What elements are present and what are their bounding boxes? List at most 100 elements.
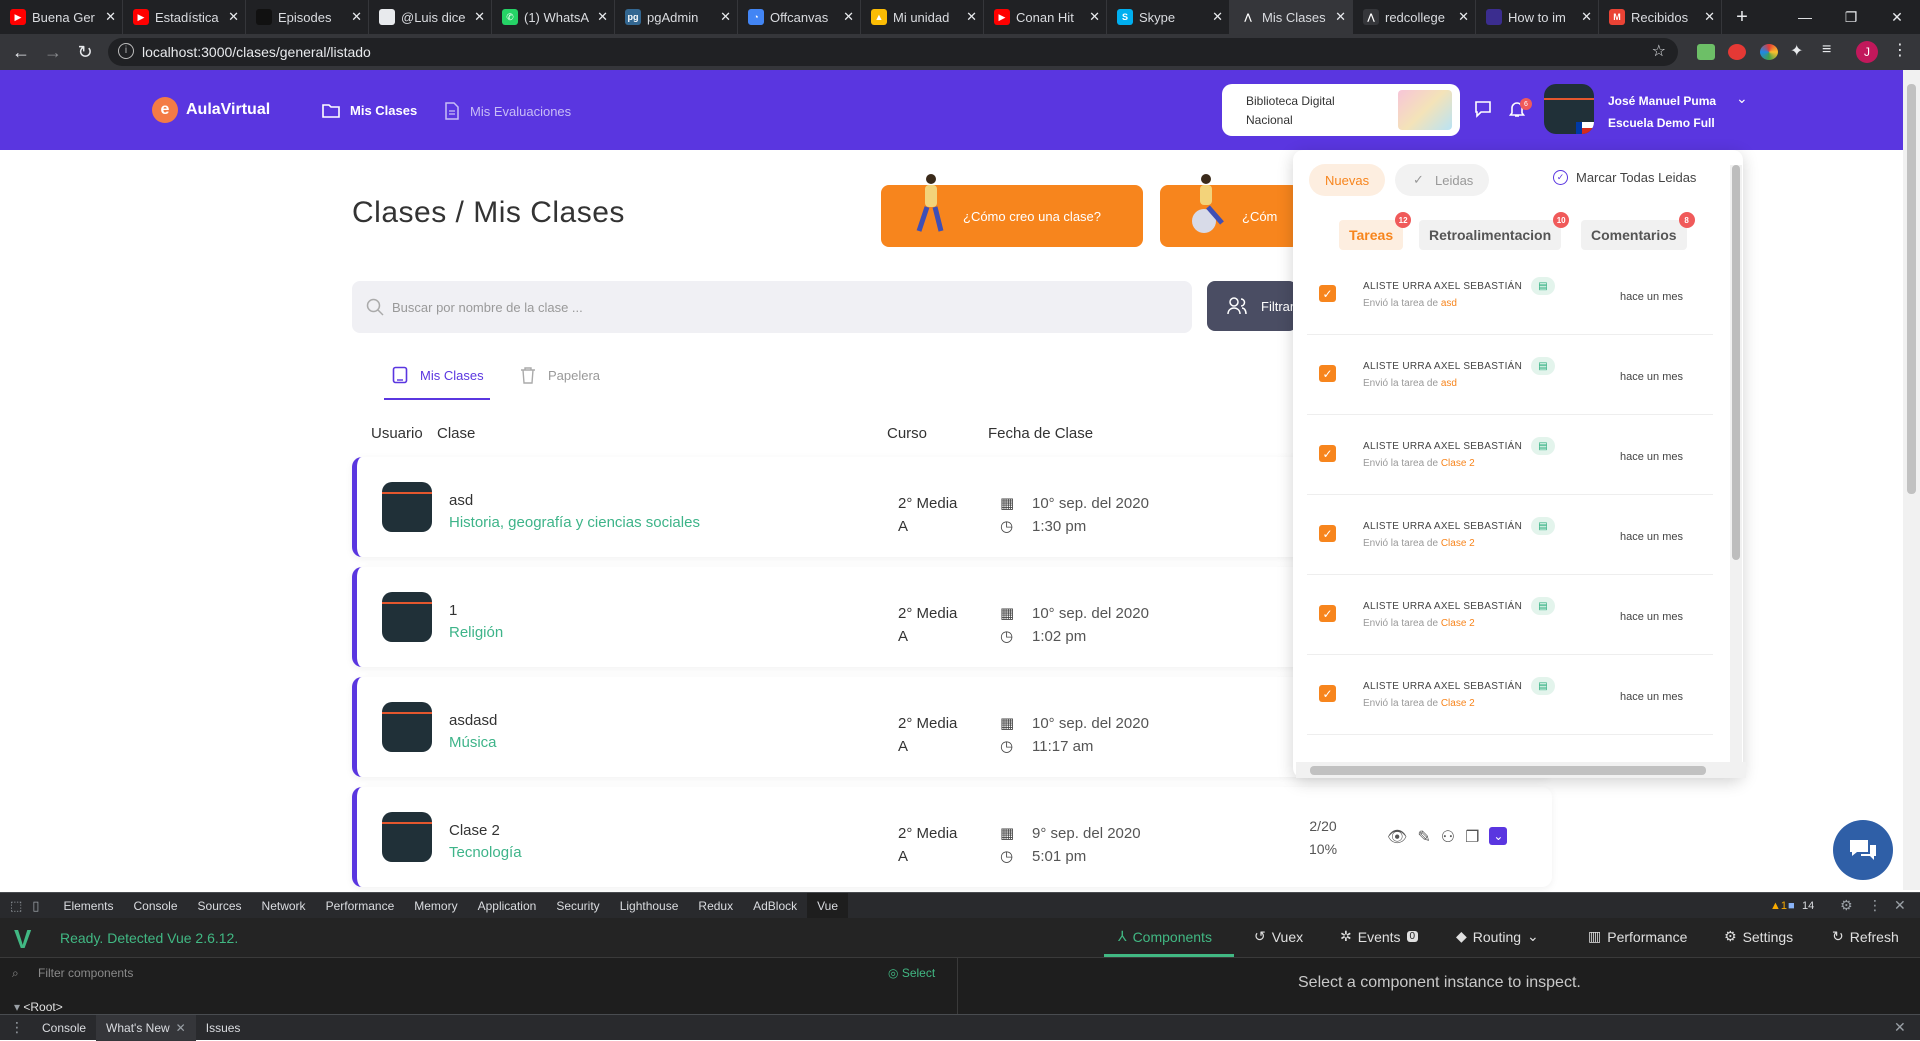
- root-component[interactable]: ▾ <Root>: [14, 1000, 63, 1014]
- extensions-puzzle-icon[interactable]: ✦: [1790, 41, 1803, 61]
- devtools-tab-elements[interactable]: Elements: [53, 893, 123, 919]
- notification-link[interactable]: Clase 2: [1441, 618, 1475, 629]
- browser-tab[interactable]: M Recibidos ✕: [1599, 0, 1722, 34]
- drawer-tab-console[interactable]: Console: [32, 1015, 96, 1041]
- close-icon[interactable]: ✕: [176, 1021, 186, 1035]
- notification-link[interactable]: Clase 2: [1441, 538, 1475, 549]
- more-icon[interactable]: ⋮: [1868, 897, 1882, 914]
- notification-item[interactable]: ✓ ALISTE URRA AXEL SEBASTIÁN ▤ Envió la …: [1307, 255, 1713, 335]
- devtools-tab-console[interactable]: Console: [123, 893, 187, 919]
- close-drawer-icon[interactable]: ✕: [1894, 1019, 1906, 1036]
- restore-icon[interactable]: ❐: [1828, 0, 1874, 34]
- devtools-tab-lighthouse[interactable]: Lighthouse: [610, 893, 689, 919]
- extension-icon[interactable]: [1760, 44, 1778, 60]
- devtools-tab-sources[interactable]: Sources: [188, 893, 252, 919]
- copy-icon[interactable]: ❐: [1465, 827, 1479, 847]
- checkbox[interactable]: ✓: [1319, 285, 1336, 302]
- page-scrollbar[interactable]: [1903, 70, 1920, 890]
- devtools-tab-redux[interactable]: Redux: [688, 893, 743, 919]
- close-tab-icon[interactable]: ✕: [1212, 9, 1223, 25]
- table-row[interactable]: Clase 2 Tecnología 2° Media A ▦ 9° sep. d…: [352, 787, 1552, 887]
- drawer-tab-whats-new[interactable]: What's New ✕: [96, 1014, 196, 1041]
- drawer-tab-issues[interactable]: Issues: [196, 1015, 251, 1041]
- checkbox[interactable]: ✓: [1319, 685, 1336, 702]
- close-tab-icon[interactable]: ✕: [597, 9, 608, 25]
- tab-retroalimentacion[interactable]: Retroalimentacion 10: [1419, 212, 1570, 250]
- browser-tab[interactable]: ✆ (1) WhatsA ✕: [492, 0, 615, 34]
- browser-tab[interactable]: S Skype ✕: [1107, 0, 1230, 34]
- close-tab-icon[interactable]: ✕: [474, 9, 485, 25]
- reload-icon[interactable]: ↻: [74, 41, 96, 63]
- close-tab-icon[interactable]: ✕: [1089, 9, 1100, 25]
- notification-item[interactable]: ✓ ALISTE URRA AXEL SEBASTIÁN ▤ Envió la …: [1307, 495, 1713, 575]
- close-devtools-icon[interactable]: ✕: [1894, 897, 1906, 914]
- device-toggle-icon[interactable]: ▯: [28, 898, 53, 914]
- close-tab-icon[interactable]: ✕: [1704, 9, 1715, 25]
- checkbox[interactable]: ✓: [1319, 525, 1336, 542]
- notification-link[interactable]: Clase 2: [1441, 458, 1475, 469]
- vue-tab-routing[interactable]: ◆ Routing ⌄: [1456, 928, 1539, 945]
- app-logo[interactable]: e AulaVirtual: [152, 97, 270, 123]
- browser-tab[interactable]: ▲ Mi unidad ✕: [861, 0, 984, 34]
- browser-tab[interactable]: @Luis dice ✕: [369, 0, 492, 34]
- vue-tab-components[interactable]: ⅄ Components: [1118, 928, 1212, 945]
- close-window-icon[interactable]: ✕: [1874, 0, 1920, 34]
- browser-tab[interactable]: How to im ✕: [1476, 0, 1599, 34]
- vue-tab-settings[interactable]: ⚙ Settings: [1724, 928, 1793, 945]
- menu-kebab-icon[interactable]: ⋮: [1892, 40, 1908, 60]
- chat-support-button[interactable]: [1833, 820, 1893, 880]
- devtools-tab-network[interactable]: Network: [252, 893, 316, 919]
- checkbox[interactable]: ✓: [1319, 365, 1336, 382]
- back-icon[interactable]: ←: [10, 41, 32, 63]
- vue-tab-vuex[interactable]: ↺ Vuex: [1254, 928, 1303, 945]
- warnings-count[interactable]: ▲1: [1770, 900, 1787, 912]
- extension-icon[interactable]: [1728, 44, 1746, 60]
- user-info[interactable]: José Manuel Puma Escuela Demo Full: [1608, 90, 1716, 134]
- close-tab-icon[interactable]: ✕: [843, 9, 854, 25]
- checkbox[interactable]: ✓: [1319, 605, 1336, 622]
- chat-bubble-icon[interactable]: [1474, 100, 1492, 123]
- tab-comentarios[interactable]: Comentarios 8: [1581, 212, 1695, 250]
- bookmark-star-icon[interactable]: ☆: [1652, 41, 1666, 61]
- close-tab-icon[interactable]: ✕: [1335, 9, 1346, 25]
- extension-icon[interactable]: [1697, 44, 1715, 60]
- filter-components-input[interactable]: Filter components: [38, 966, 133, 980]
- pill-nuevas[interactable]: Nuevas: [1309, 164, 1386, 196]
- select-component-button[interactable]: ◎ Select: [888, 966, 935, 980]
- notification-link[interactable]: Clase 2: [1441, 698, 1475, 709]
- search-input[interactable]: Buscar por nombre de la clase ...: [352, 281, 1192, 333]
- inspect-element-icon[interactable]: ⬚: [0, 898, 28, 914]
- tab-papelera[interactable]: Papelera: [520, 366, 600, 384]
- notification-item[interactable]: ✓ ALISTE URRA AXEL SEBASTIÁN ▤ Envió la …: [1307, 335, 1713, 415]
- messages-count[interactable]: 14: [1802, 900, 1814, 912]
- vue-tab-events[interactable]: ✲ Events 0: [1340, 928, 1419, 945]
- notifications-scrollbar[interactable]: [1730, 165, 1742, 765]
- forward-icon[interactable]: →: [42, 41, 64, 63]
- tab-tareas[interactable]: Tareas 12: [1339, 212, 1412, 250]
- devtools-tab-adblock[interactable]: AdBlock: [743, 893, 807, 919]
- mark-all-read-button[interactable]: ✓ Marcar Todas Leidas: [1553, 170, 1696, 185]
- settings-icon[interactable]: ⚙: [1840, 897, 1853, 914]
- close-tab-icon[interactable]: ✕: [228, 9, 239, 25]
- profile-avatar[interactable]: J: [1856, 41, 1878, 63]
- vue-tab-performance[interactable]: ▥ Performance: [1588, 928, 1687, 945]
- notification-link[interactable]: asd: [1441, 298, 1457, 309]
- browser-tab[interactable]: ▶ Estadística ✕: [123, 0, 246, 34]
- filter-button[interactable]: Filtrar: [1207, 281, 1297, 331]
- chevron-down-icon[interactable]: ⌄: [1736, 90, 1748, 107]
- close-tab-icon[interactable]: ✕: [720, 9, 731, 25]
- vue-tab-refresh[interactable]: ↻ Refresh: [1832, 928, 1899, 945]
- help-button-2[interactable]: ¿Cóm: [1160, 174, 1300, 247]
- notification-item[interactable]: ✓ ALISTE URRA AXEL SEBASTIÁN ▤ Envió la …: [1307, 655, 1713, 735]
- close-tab-icon[interactable]: ✕: [105, 9, 116, 25]
- drawer-menu-icon[interactable]: ⋮: [0, 1019, 32, 1036]
- browser-tab[interactable]: ▶ Buena Ger ✕: [0, 0, 123, 34]
- checkbox[interactable]: ✓: [1319, 445, 1336, 462]
- devtools-tab-security[interactable]: Security: [546, 893, 609, 919]
- nav-mis-clases[interactable]: Mis Clases: [322, 102, 417, 118]
- close-tab-icon[interactable]: ✕: [1581, 9, 1592, 25]
- notification-item[interactable]: ✓ ALISTE URRA AXEL SEBASTIÁN ▤ Envió la …: [1307, 415, 1713, 495]
- devtools-tab-performance[interactable]: Performance: [316, 893, 405, 919]
- browser-tab[interactable]: Episodes ✕: [246, 0, 369, 34]
- reading-list-icon[interactable]: ≡: [1822, 41, 1831, 59]
